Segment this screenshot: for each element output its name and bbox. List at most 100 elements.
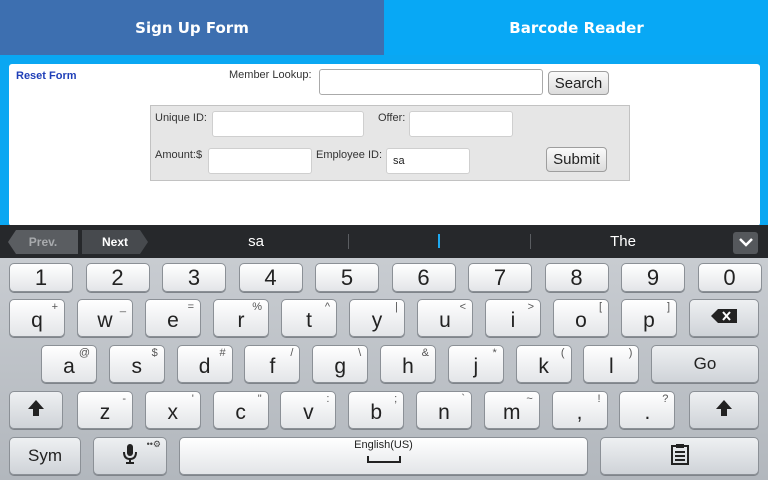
tab-sign-up-form[interactable]: Sign Up Form [0,0,384,55]
go-key[interactable]: Go [651,345,759,383]
unique-id-input[interactable] [212,111,364,137]
key-letter[interactable]: r% [213,299,269,337]
keyboard-collapse-button[interactable] [733,232,758,254]
key-letter[interactable]: s $ [108,345,165,383]
shift-key-left[interactable] [9,391,63,429]
key-alt-label: ; [394,393,398,405]
key-main-label: 8 [570,264,583,290]
key-alt-label: + [51,301,58,313]
key-main-label: 3 [187,264,201,290]
key-letter[interactable]: q + [9,299,65,337]
shift-key-right[interactable] [689,391,759,429]
sym-key-label: Sym [28,446,62,465]
key-letter[interactable]: k( [515,345,572,383]
key-letter[interactable]: ,! [551,391,608,429]
submit-button[interactable]: Submit [546,147,607,172]
suggestion-divider [530,234,531,249]
key-alt-label: \ [358,347,362,359]
key-alt-label: ] [666,301,670,313]
search-button[interactable]: Search [548,71,609,95]
key-letter[interactable]: p] [621,299,677,337]
key-letter[interactable]: g \ [312,345,369,383]
key-letter[interactable]: l) [583,345,640,383]
key-digit[interactable]: 7 [468,263,532,292]
key-letter[interactable]: .? [619,391,676,429]
key-alt-label: @ [78,347,90,359]
reset-form-link[interactable]: Reset Form [16,70,77,82]
key-letter[interactable]: m ~ [483,391,540,429]
microphone-icon [121,442,139,471]
key-digit[interactable]: 2 [85,263,150,292]
clipboard-key[interactable] [600,437,759,475]
key-main-label: x [167,401,179,424]
key-letter[interactable]: o[ [553,299,609,337]
key-main-label: 0 [723,264,736,290]
key-digit[interactable]: 9 [621,263,685,292]
key-alt-label: : [326,393,330,405]
key-main-label: g [334,355,347,378]
key-letter[interactable]: n ` [416,391,472,429]
key-letter[interactable]: z- [77,391,133,429]
key-letter[interactable]: y | [349,299,405,337]
key-main-label: a [63,355,75,378]
key-letter[interactable]: h & [380,345,436,383]
key-digit[interactable]: 4 [238,263,303,292]
space-key[interactable]: English(US) [179,437,588,475]
prev-button[interactable]: Prev. [8,230,78,254]
member-lookup-input[interactable] [319,69,543,95]
key-digit[interactable]: 6 [391,263,456,292]
key-main-label: 5 [340,264,354,290]
key-letter[interactable]: i > [485,299,541,337]
key-main-label: o [575,309,587,332]
key-letter[interactable]: c " [212,391,269,429]
key-main-label: h [402,355,414,378]
key-alt-label: % [252,301,262,313]
key-alt-label: | [395,301,398,313]
key-alt-label: ^ [324,301,330,313]
key-main-label: 6 [417,264,430,290]
key-letter[interactable]: u < [417,299,473,337]
key-main-label: w [97,309,113,332]
chevron-down-icon [738,234,753,252]
key-letter[interactable]: f / [244,345,301,383]
key-digit[interactable]: 1 [9,263,73,292]
key-main-label: u [439,309,451,332]
sym-key[interactable]: Sym [9,437,81,475]
key-main-label: c [235,401,246,424]
key-main-label: y [371,309,383,332]
amount-input[interactable] [208,148,312,174]
key-alt-label: " [257,393,262,405]
key-letter[interactable]: a @ [41,345,97,383]
offer-input[interactable] [409,111,513,137]
key-alt-label: _ [119,301,126,313]
key-letter[interactable]: v: [280,391,337,429]
employee-id-input[interactable]: sa [386,148,470,174]
key-digit[interactable]: 8 [544,263,609,292]
key-letter[interactable]: t ^ [281,299,337,337]
key-digit[interactable]: 3 [162,263,226,292]
key-letter[interactable]: e = [145,299,201,337]
voice-input-key[interactable]: ••⚙ [93,437,167,475]
key-digit[interactable]: 5 [315,263,379,292]
suggestion-item[interactable]: sa [220,233,292,250]
suggestion-item[interactable]: The [585,233,661,250]
backspace-key[interactable] [689,299,759,337]
key-letter[interactable]: d # [176,345,233,383]
key-main-label: 9 [646,264,660,290]
key-letter[interactable]: b; [348,391,405,429]
key-letter[interactable]: j * [447,345,504,383]
next-button[interactable]: Next [82,230,148,254]
key-alt-label: ! [597,393,601,405]
key-letter[interactable]: w _ [77,299,133,337]
key-alt-label: - [122,393,126,405]
backspace-icon [711,308,737,328]
offer-label: Offer: [378,112,406,124]
key-letter[interactable]: x ' [144,391,201,429]
key-main-label: f [269,355,276,378]
key-alt-label: # [219,347,226,359]
space-bar-icon [366,451,401,469]
tab-barcode-reader[interactable]: Barcode Reader [385,0,768,55]
settings-gear-icon: ••⚙ [146,439,161,449]
key-digit[interactable]: 0 [697,263,762,292]
key-main-label: 2 [111,264,124,290]
